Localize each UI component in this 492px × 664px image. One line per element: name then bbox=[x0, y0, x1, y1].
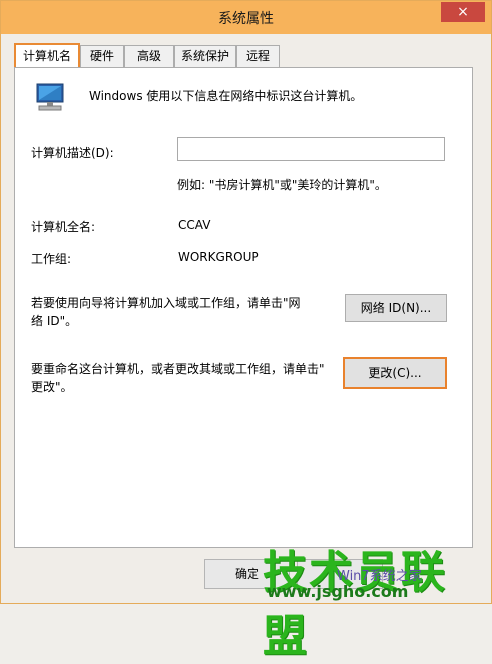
workgroup-value: WORKGROUP bbox=[178, 250, 259, 264]
network-id-text-line1: 若要使用向导将计算机加入域或工作组，请单击"网 bbox=[31, 296, 301, 310]
full-name-label: 计算机全名: bbox=[31, 220, 96, 234]
workgroup-label: 工作组: bbox=[31, 252, 72, 266]
tab-hardware[interactable]: 硬件 bbox=[80, 45, 124, 67]
computer-description-input[interactable] bbox=[177, 137, 445, 161]
title-bar[interactable]: 系统属性 × bbox=[1, 1, 491, 34]
watermark-url: www.jsgho.com bbox=[267, 582, 409, 601]
window-title: 系统属性 bbox=[218, 11, 274, 27]
tab-remote[interactable]: 远程 bbox=[236, 45, 280, 67]
tab-advanced[interactable]: 高级 bbox=[124, 45, 174, 67]
tab-computer-name[interactable]: 计算机名 bbox=[14, 43, 80, 70]
computer-icon bbox=[36, 83, 64, 111]
intro-text: Windows 使用以下信息在网络中标识这台计算机。 bbox=[89, 89, 363, 103]
description-label: 计算机描述(D): bbox=[31, 146, 114, 160]
network-id-text-line2: 络 ID"。 bbox=[31, 314, 78, 328]
tab-panel: Windows 使用以下信息在网络中标识这台计算机。 计算机描述(D): 例如:… bbox=[14, 67, 473, 548]
tab-system-protection[interactable]: 系统保护 bbox=[174, 45, 236, 67]
description-example: 例如: "书房计算机"或"美玲的计算机"。 bbox=[177, 178, 387, 192]
system-properties-window: 系统属性 × 计算机名 硬件 高级 系统保护 远程 Windows 使用以下信息… bbox=[0, 0, 492, 662]
close-button[interactable]: × bbox=[441, 2, 485, 22]
rename-text-line1: 要重命名这台计算机，或者更改其域或工作组，请单击" bbox=[31, 362, 325, 376]
rename-text-line2: 更改"。 bbox=[31, 380, 73, 394]
full-name-value: CCAV bbox=[178, 218, 211, 232]
network-id-button[interactable]: 网络 ID(N)... bbox=[345, 294, 447, 322]
change-button[interactable]: 更改(C)... bbox=[343, 357, 447, 389]
